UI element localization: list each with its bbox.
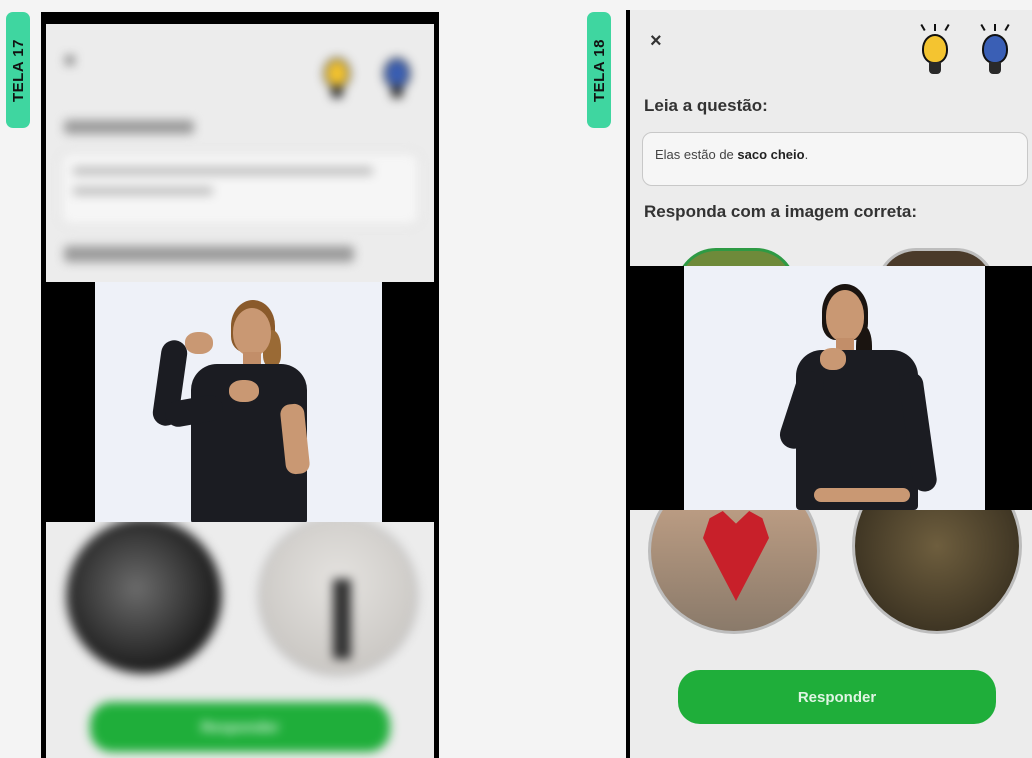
screen-tag-18-label: TELA 18: [590, 38, 608, 102]
interpreter-figure-17: [95, 282, 382, 522]
screen-tag-17-label: TELA 17: [9, 38, 27, 102]
question-box-17: [60, 152, 420, 226]
question-text-bold: saco cheio: [737, 147, 805, 162]
lightbulb-hint-icon[interactable]: [980, 23, 1010, 80]
heart-shape: [703, 511, 769, 601]
phone-screen-17: × Responder: [41, 12, 439, 758]
respond-button-17[interactable]: Responder: [90, 702, 390, 752]
respond-button[interactable]: Responder: [678, 670, 996, 724]
question-title-placeholder: [64, 120, 194, 134]
screen-tag-18: TELA 18: [587, 12, 611, 128]
question-text-suffix: .: [804, 147, 809, 162]
question-text-prefix: Elas estão de: [655, 147, 738, 162]
phone-screen-18: × Leia a questão: Elas estão de saco che…: [626, 10, 1032, 758]
close-icon[interactable]: ×: [64, 50, 76, 73]
lightbulb-icon[interactable]: [920, 23, 950, 80]
screen-tag-17: TELA 17: [6, 12, 30, 128]
interpreter-video-frame-18: [684, 266, 985, 510]
app-screen-18: × Leia a questão: Elas estão de saco che…: [630, 10, 1032, 758]
sign-language-video-18[interactable]: [630, 266, 1032, 510]
question-box: Elas estão de saco cheio.: [642, 132, 1028, 186]
answer-title: Responda com a imagem correta:: [644, 202, 918, 221]
question-title: Leia a questão:: [644, 96, 768, 115]
lightbulb-icon[interactable]: [324, 58, 350, 104]
app-screen-17: × Responder: [46, 24, 434, 758]
interpreter-figure-18: [684, 266, 985, 510]
answer-title-placeholder: [64, 246, 354, 262]
answer-option-2[interactable]: [258, 516, 418, 676]
lightbulb-hint-icon[interactable]: [384, 58, 410, 104]
answer-option-1[interactable]: [64, 516, 224, 676]
respond-button-17-label: Responder: [200, 718, 280, 736]
respond-button-label: Responder: [797, 688, 877, 706]
sign-language-video-17[interactable]: [46, 282, 434, 522]
close-icon[interactable]: ×: [650, 30, 662, 53]
interpreter-video-frame-17: [95, 282, 382, 522]
